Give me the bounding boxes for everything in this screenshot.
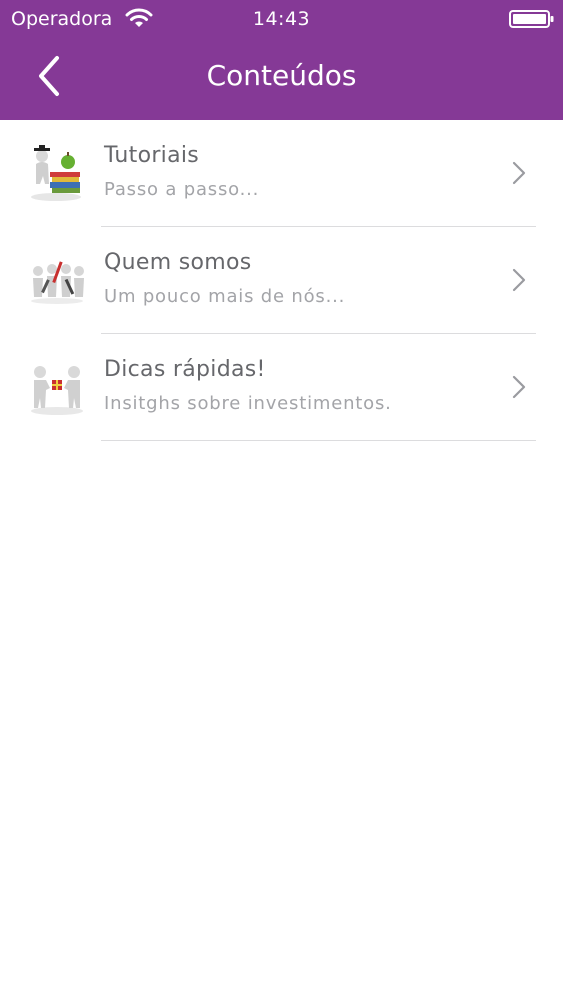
list-item-tutoriais[interactable]: Tutoriais Passo a passo... xyxy=(0,120,563,227)
list-item-title: Quem somos xyxy=(104,250,252,275)
gift-exchange-icon xyxy=(31,366,83,415)
status-time: 14:43 xyxy=(252,8,311,30)
navigation-bar: Conteúdos xyxy=(0,38,563,120)
list-item-title: Dicas rápidas! xyxy=(104,357,266,382)
team-tools-icon xyxy=(31,261,84,304)
battery-icon xyxy=(509,10,554,28)
status-bar: Operadora 14:43 xyxy=(0,0,563,38)
page-title: Conteúdos xyxy=(206,59,357,92)
chevron-right-icon xyxy=(512,268,526,292)
list-item-quem-somos[interactable]: Quem somos Um pouco mais de nós... xyxy=(0,227,563,334)
list-item-subtitle: Um pouco mais de nós... xyxy=(104,286,346,307)
row-separator xyxy=(101,440,536,441)
list-item-subtitle: Insitghs sobre investimentos. xyxy=(104,393,392,414)
app-header: Operadora 14:43 Conteúdos xyxy=(0,0,563,120)
list-item-subtitle: Passo a passo... xyxy=(104,179,260,200)
chevron-right-icon xyxy=(512,375,526,399)
list-item-title: Tutoriais xyxy=(104,143,200,168)
list-item-dicas-rapidas[interactable]: Dicas rápidas! Insitghs sobre investimen… xyxy=(0,334,563,441)
chevron-right-icon xyxy=(512,161,526,185)
content-list: Tutoriais Passo a passo... Quem somos Um… xyxy=(0,120,563,441)
graduate-books-icon xyxy=(31,145,81,201)
